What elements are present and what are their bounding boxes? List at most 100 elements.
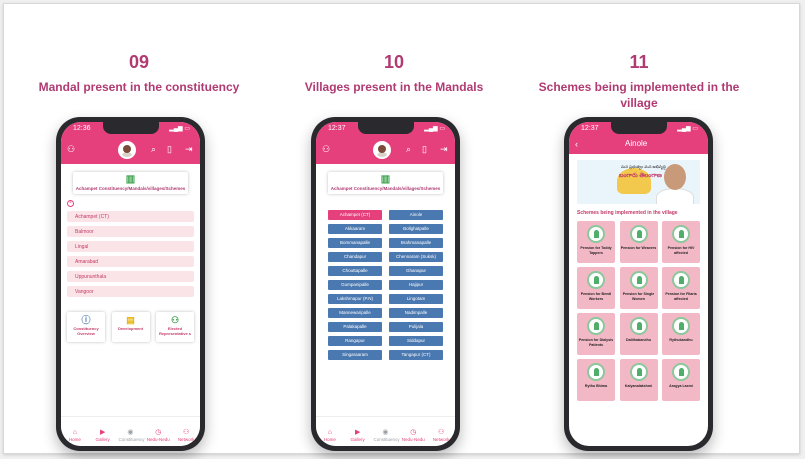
village-button[interactable]: Bollghatpalle (389, 224, 443, 234)
phone-screen: 12:37 ▂▄▆ ▭ ⚇ ⌕ ▯ ⇥ ▥ Achampet Constitue… (316, 122, 455, 446)
tile-constituency-overview[interactable]: ⓘ Constituency Overview (67, 312, 105, 342)
village-button[interactable]: Chennaram (Suksk) (389, 252, 443, 262)
scheme-card[interactable]: Arogya Laxmi (662, 359, 700, 401)
scheme-label: Rythubandhu (669, 338, 693, 342)
profile-icon[interactable]: ⚇ (67, 144, 75, 155)
camera-icon: ▶ (354, 429, 361, 436)
nav-label: Nedu-Nedu (146, 437, 170, 442)
village-button[interactable]: Mannewaripalle (328, 308, 382, 318)
tile-elected-representatives[interactable]: ⚇ Elected Representative s (156, 312, 194, 342)
scheme-card[interactable]: Rythu Bhima (577, 359, 615, 401)
village-button[interactable]: Ghanapur (389, 266, 443, 276)
nav-label: Home (323, 437, 336, 442)
village-grid: Achampet (CT) Ainole Akkaaram Bollghatpa… (328, 210, 443, 360)
profile-icon[interactable]: ⚇ (322, 144, 330, 155)
logout-icon[interactable]: ⇥ (440, 144, 448, 155)
emblem-icon (587, 271, 605, 289)
section-title: Schemes being implemented in the village (577, 210, 678, 216)
banner-portrait-body (656, 188, 694, 204)
nav-constituency[interactable]: ◉ Constituency (118, 429, 144, 446)
nav-nedu-nedu[interactable]: ◷ Nedu-Nedu (146, 429, 170, 446)
village-button[interactable]: Nadimpalle (389, 308, 443, 318)
close-icon[interactable]: × (67, 200, 74, 207)
scheme-card[interactable]: Pension for HIV affected (662, 221, 700, 263)
village-button[interactable]: Ainole (389, 210, 443, 220)
village-button[interactable]: Lingotam (389, 294, 443, 304)
scheme-card[interactable]: Pension for Toddy Tappers (577, 221, 615, 263)
mandal-item[interactable]: Balmoor (67, 226, 194, 237)
village-button[interactable]: Bommanapalle (328, 238, 382, 248)
network-icon: ⚇ (182, 429, 190, 436)
nav-gallery[interactable]: ▶ Gallery (91, 429, 115, 446)
slide: 09 Mandal present in the constituency 10… (3, 3, 800, 454)
scheme-card[interactable]: Pension for Dialysis Patients (577, 313, 615, 355)
avatar[interactable] (118, 141, 136, 159)
map-icon: ▥ (380, 174, 391, 185)
step-text: Schemes being implemented in the village (538, 80, 740, 110)
notch (610, 122, 667, 134)
nav-constituency[interactable]: ◉ Constituency (373, 429, 400, 446)
scheme-card[interactable]: Kalyanalakshmi (619, 359, 658, 401)
step-number: 10 (383, 52, 405, 72)
scheme-card[interactable]: Pension for Weavers (619, 221, 658, 263)
nav-label: Constituency (373, 437, 400, 442)
nav-label: Nedu-Nedu (401, 437, 425, 442)
village-button[interactable]: Gumpanipalle (328, 280, 382, 290)
mandal-item[interactable]: Lingal (67, 241, 194, 252)
status-time: 12:37 (581, 125, 599, 132)
scheme-card[interactable]: Pension for Beedi Workers (577, 267, 615, 309)
nav-gallery[interactable]: ▶ Gallery (346, 429, 370, 446)
village-button[interactable]: Achampet (CT) (328, 210, 382, 220)
village-button[interactable]: Tangapur (CT) (389, 350, 443, 360)
village-button[interactable]: Akkaaram (328, 224, 382, 234)
step-number: 09 (128, 52, 150, 72)
avatar[interactable] (373, 141, 391, 159)
scheme-label: Pension for Weavers (620, 246, 657, 250)
mandal-item[interactable]: Achampet (CT) (67, 211, 194, 222)
header-card-label: Achampet Constituency/Mandals/villages/S… (330, 186, 441, 191)
mandal-item[interactable]: Amarabad (67, 256, 194, 267)
emblem-icon (672, 363, 690, 381)
scheme-card[interactable]: Rythubandhu (662, 313, 700, 355)
village-button[interactable]: Rangapur (328, 336, 382, 346)
village-button[interactable]: Singaraaram (328, 350, 382, 360)
scheme-card[interactable]: Dalithabandhu (619, 313, 658, 355)
people-icon: ⚇ (170, 315, 180, 325)
battery-icon: ▂▄▆ ▭ (677, 126, 698, 132)
logout-icon[interactable]: ⇥ (185, 144, 193, 155)
emblem-icon (629, 271, 648, 289)
scheme-card[interactable]: Pension for Filaria affected (662, 267, 700, 309)
clipboard-icon[interactable]: ▯ (422, 144, 427, 155)
mandal-item[interactable]: Uppununthala (67, 271, 194, 282)
tile-development[interactable]: ▤ Development (112, 312, 150, 342)
village-button[interactable]: Palakapalle (328, 322, 382, 332)
village-button[interactable]: Chouttapalle (328, 266, 382, 276)
step-number: 11 (629, 52, 649, 72)
nav-nedu-nedu[interactable]: ◷ Nedu-Nedu (401, 429, 425, 446)
step-caption-11: 11 Schemes being implemented in the vill… (529, 52, 749, 111)
app-bar: ⚇ ⌕ ▯ ⇥ (316, 136, 455, 164)
village-button[interactable]: Pulijala (389, 322, 443, 332)
nav-network[interactable]: ⚇ Network (174, 429, 198, 446)
village-button[interactable]: Brahmanapalle (389, 238, 443, 248)
step-text: Mandal present in the constituency (38, 80, 240, 94)
village-button[interactable]: Hajipur (389, 280, 443, 290)
search-icon[interactable]: ⌕ (151, 144, 156, 155)
bottom-nav: ⌂ Home ▶ Gallery ◉ Constituency ◷ Nedu-Nedu … (61, 416, 200, 446)
mandal-item[interactable]: Vangoor (67, 286, 194, 297)
app-bar: ‹ Ainole (569, 136, 708, 154)
nav-network[interactable]: ⚇ Network (429, 429, 453, 446)
back-icon[interactable]: ‹ (575, 139, 578, 149)
tile-label: Constituency Overview (73, 326, 99, 336)
search-icon[interactable]: ⌕ (406, 144, 411, 155)
village-button[interactable]: Siddapur (389, 336, 443, 346)
nav-home[interactable]: ⌂ Home (318, 429, 342, 446)
header-card: ▥ Achampet Constituency/Mandals/villages… (328, 172, 443, 194)
village-button[interactable]: Chandapur (328, 252, 382, 262)
emblem-icon (672, 225, 690, 243)
scheme-card[interactable]: Pension for Single Women (619, 267, 658, 309)
village-button[interactable]: Lakshmapur (P.N) (328, 294, 382, 304)
nav-home[interactable]: ⌂ Home (63, 429, 87, 446)
clipboard-icon[interactable]: ▯ (167, 144, 172, 155)
step-caption-10: 10 Villages present in the Mandals (284, 52, 504, 95)
